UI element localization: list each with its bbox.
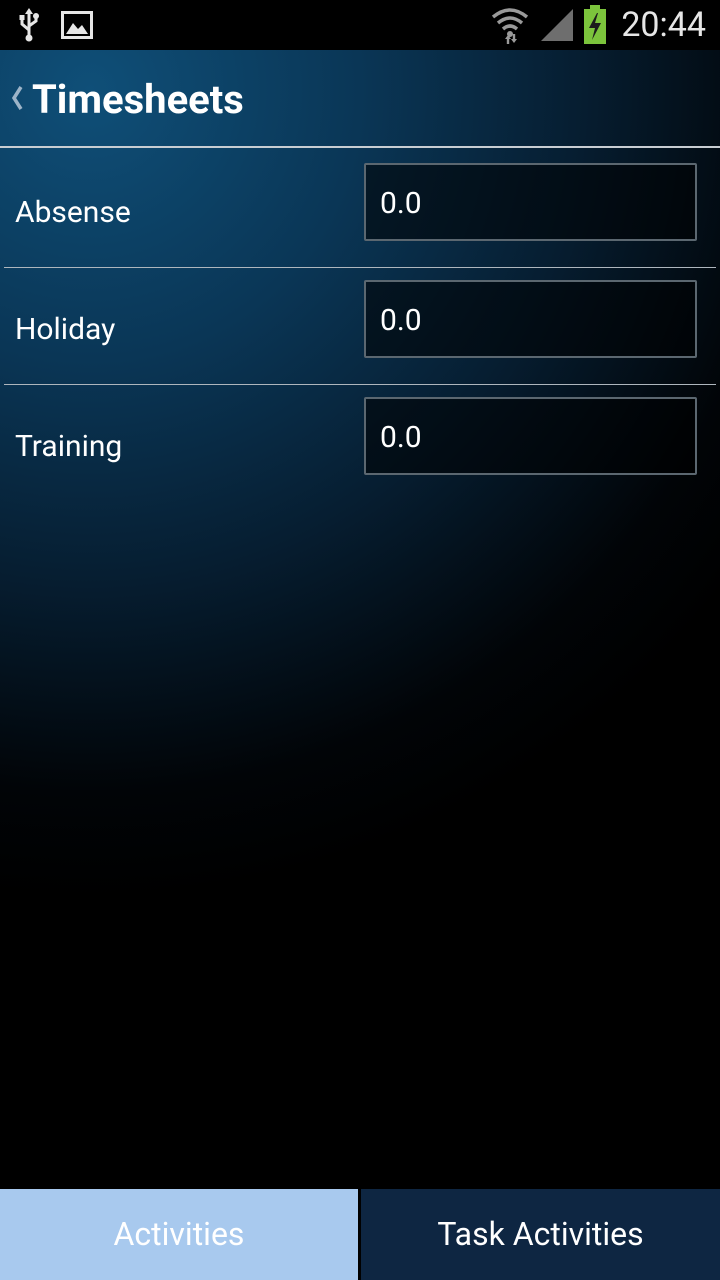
timesheets-screen: 20:44 Timesheets Absense 0.0 Holiday 0.0… bbox=[0, 0, 720, 1280]
holiday-input[interactable]: 0.0 bbox=[364, 280, 697, 358]
page-title[interactable]: Timesheets bbox=[32, 50, 244, 150]
absense-label: Absense bbox=[15, 195, 131, 230]
training-input[interactable]: 0.0 bbox=[364, 397, 697, 475]
status-bar: 20:44 bbox=[0, 0, 720, 50]
absense-input[interactable]: 0.0 bbox=[364, 163, 697, 241]
usb-icon bbox=[14, 0, 44, 50]
app-header: Timesheets bbox=[0, 50, 720, 146]
wifi-icon bbox=[490, 0, 530, 50]
timesheet-row-holiday: Holiday 0.0 bbox=[0, 267, 720, 384]
timesheet-row-absense: Absense 0.0 bbox=[0, 150, 720, 267]
status-time: 20:44 bbox=[621, 5, 706, 45]
tab-activities[interactable]: Activities bbox=[0, 1189, 358, 1280]
holiday-label: Holiday bbox=[15, 312, 116, 347]
battery-charging-icon bbox=[582, 0, 608, 50]
header-divider bbox=[0, 146, 720, 148]
tab-task-activities[interactable]: Task Activities bbox=[361, 1189, 720, 1280]
timesheet-row-training: Training 0.0 bbox=[0, 384, 720, 501]
image-icon bbox=[60, 0, 94, 50]
bottom-tab-bar: Activities Task Activities bbox=[0, 1189, 720, 1280]
training-label: Training bbox=[15, 429, 123, 464]
signal-icon bbox=[538, 0, 576, 50]
chevron-left-icon[interactable] bbox=[8, 78, 26, 118]
